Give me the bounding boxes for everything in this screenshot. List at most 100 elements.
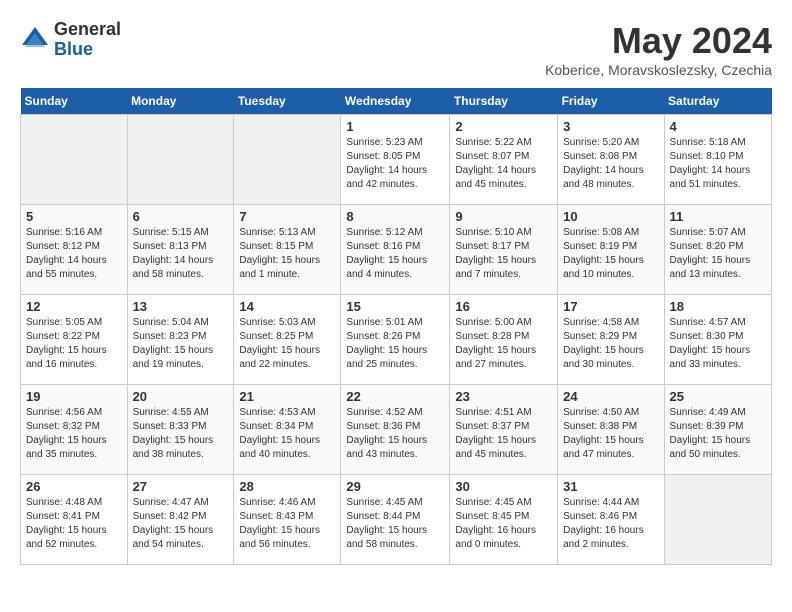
day-info: Sunrise: 4:52 AM Sunset: 8:36 PM Dayligh… — [346, 406, 444, 462]
weekday-header-thursday: Thursday — [450, 88, 558, 115]
day-info: Sunrise: 4:50 AM Sunset: 8:38 PM Dayligh… — [563, 406, 658, 462]
day-number: 12 — [26, 299, 122, 314]
day-info: Sunrise: 5:05 AM Sunset: 8:22 PM Dayligh… — [26, 316, 122, 372]
day-number: 16 — [455, 299, 552, 314]
calendar-cell: 13 Sunrise: 5:04 AM Sunset: 8:23 PM Dayli… — [127, 295, 234, 385]
day-info: Sunrise: 4:47 AM Sunset: 8:42 PM Dayligh… — [133, 496, 229, 552]
weekday-header-wednesday: Wednesday — [341, 88, 450, 115]
calendar-cell: 6 Sunrise: 5:15 AM Sunset: 8:13 PM Daylig… — [127, 205, 234, 295]
day-number: 14 — [239, 299, 335, 314]
day-number: 18 — [670, 299, 766, 314]
day-number: 21 — [239, 389, 335, 404]
day-info: Sunrise: 4:44 AM Sunset: 8:46 PM Dayligh… — [563, 496, 658, 552]
calendar-cell: 8 Sunrise: 5:12 AM Sunset: 8:16 PM Daylig… — [341, 205, 450, 295]
calendar-cell: 5 Sunrise: 5:16 AM Sunset: 8:12 PM Daylig… — [21, 205, 128, 295]
day-info: Sunrise: 5:18 AM Sunset: 8:10 PM Dayligh… — [670, 136, 766, 192]
day-number: 10 — [563, 209, 658, 224]
day-number: 8 — [346, 209, 444, 224]
calendar-cell: 17 Sunrise: 4:58 AM Sunset: 8:29 PM Dayli… — [558, 295, 664, 385]
day-number: 11 — [670, 209, 766, 224]
calendar-cell: 25Sunrise: 4:49 AM Sunset: 8:39 PM Dayli… — [664, 385, 771, 475]
day-number: 6 — [133, 209, 229, 224]
calendar-cell: 2 Sunrise: 5:22 AM Sunset: 8:07 PM Daylig… — [450, 115, 558, 205]
day-info: Sunrise: 5:20 AM Sunset: 8:08 PM Dayligh… — [563, 136, 658, 192]
logo-blue: Blue — [54, 40, 121, 60]
weekday-header-monday: Monday — [127, 88, 234, 115]
calendar-cell: 30Sunrise: 4:45 AM Sunset: 8:45 PM Dayli… — [450, 475, 558, 565]
calendar-cell: 24 Sunrise: 4:50 AM Sunset: 8:38 PM Dayli… — [558, 385, 664, 475]
calendar-cell: 20 Sunrise: 4:55 AM Sunset: 8:33 PM Dayli… — [127, 385, 234, 475]
day-number: 5 — [26, 209, 122, 224]
calendar-cell: 18 Sunrise: 4:57 AM Sunset: 8:30 PM Dayli… — [664, 295, 771, 385]
day-number: 29 — [346, 479, 444, 494]
day-info: Sunrise: 5:13 AM Sunset: 8:15 PM Dayligh… — [239, 226, 335, 282]
day-info: Sunrise: 4:58 AM Sunset: 8:29 PM Dayligh… — [563, 316, 658, 372]
day-number: 2 — [455, 119, 552, 134]
day-number: 31 — [563, 479, 658, 494]
day-info: Sunrise: 4:55 AM Sunset: 8:33 PM Dayligh… — [133, 406, 229, 462]
day-number: 1 — [346, 119, 444, 134]
day-info: Sunrise: 4:56 AM Sunset: 8:32 PM Dayligh… — [26, 406, 122, 462]
calendar-cell: 1Sunrise: 5:23 AM Sunset: 8:05 PM Daylig… — [341, 115, 450, 205]
calendar-cell: 27 Sunrise: 4:47 AM Sunset: 8:42 PM Dayli… — [127, 475, 234, 565]
calendar-cell: 23Sunrise: 4:51 AM Sunset: 8:37 PM Dayli… — [450, 385, 558, 475]
calendar-cell — [664, 475, 771, 565]
day-number: 28 — [239, 479, 335, 494]
day-number: 15 — [346, 299, 444, 314]
day-number: 13 — [133, 299, 229, 314]
day-number: 27 — [133, 479, 229, 494]
day-info: Sunrise: 5:12 AM Sunset: 8:16 PM Dayligh… — [346, 226, 444, 282]
day-info: Sunrise: 5:08 AM Sunset: 8:19 PM Dayligh… — [563, 226, 658, 282]
day-number: 17 — [563, 299, 658, 314]
calendar-cell — [127, 115, 234, 205]
day-info: Sunrise: 5:16 AM Sunset: 8:12 PM Dayligh… — [26, 226, 122, 282]
day-info: Sunrise: 5:10 AM Sunset: 8:17 PM Dayligh… — [455, 226, 552, 282]
calendar-cell: 4 Sunrise: 5:18 AM Sunset: 8:10 PM Daylig… — [664, 115, 771, 205]
location: Koberice, Moravskoslezsky, Czechia — [545, 62, 772, 78]
logo-general: General — [54, 20, 121, 40]
day-info: Sunrise: 5:15 AM Sunset: 8:13 PM Dayligh… — [133, 226, 229, 282]
calendar-cell: 26Sunrise: 4:48 AM Sunset: 8:41 PM Dayli… — [21, 475, 128, 565]
logo-text: General Blue — [54, 20, 121, 60]
day-number: 22 — [346, 389, 444, 404]
day-info: Sunrise: 5:07 AM Sunset: 8:20 PM Dayligh… — [670, 226, 766, 282]
calendar-cell: 11 Sunrise: 5:07 AM Sunset: 8:20 PM Dayli… — [664, 205, 771, 295]
day-number: 9 — [455, 209, 552, 224]
calendar-week-row: 19Sunrise: 4:56 AM Sunset: 8:32 PM Dayli… — [21, 385, 772, 475]
weekday-header-sunday: Sunday — [21, 88, 128, 115]
calendar-week-row: 26Sunrise: 4:48 AM Sunset: 8:41 PM Dayli… — [21, 475, 772, 565]
day-info: Sunrise: 5:01 AM Sunset: 8:26 PM Dayligh… — [346, 316, 444, 372]
day-info: Sunrise: 4:45 AM Sunset: 8:45 PM Dayligh… — [455, 496, 552, 552]
day-number: 20 — [133, 389, 229, 404]
day-info: Sunrise: 5:04 AM Sunset: 8:23 PM Dayligh… — [133, 316, 229, 372]
logo-icon — [20, 25, 50, 55]
calendar-cell: 22 Sunrise: 4:52 AM Sunset: 8:36 PM Dayli… — [341, 385, 450, 475]
title-area: May 2024 Koberice, Moravskoslezsky, Czec… — [545, 20, 772, 78]
calendar-cell: 29 Sunrise: 4:45 AM Sunset: 8:44 PM Dayli… — [341, 475, 450, 565]
calendar-cell: 16 Sunrise: 5:00 AM Sunset: 8:28 PM Dayli… — [450, 295, 558, 385]
day-info: Sunrise: 5:22 AM Sunset: 8:07 PM Dayligh… — [455, 136, 552, 192]
day-info: Sunrise: 4:57 AM Sunset: 8:30 PM Dayligh… — [670, 316, 766, 372]
day-info: Sunrise: 5:00 AM Sunset: 8:28 PM Dayligh… — [455, 316, 552, 372]
calendar-cell: 31 Sunrise: 4:44 AM Sunset: 8:46 PM Dayli… — [558, 475, 664, 565]
logo: General Blue — [20, 20, 121, 60]
calendar-cell: 15 Sunrise: 5:01 AM Sunset: 8:26 PM Dayli… — [341, 295, 450, 385]
day-number: 25 — [670, 389, 766, 404]
page-header: General Blue May 2024 Koberice, Moravsko… — [20, 20, 772, 78]
calendar-cell: 7Sunrise: 5:13 AM Sunset: 8:15 PM Daylig… — [234, 205, 341, 295]
day-info: Sunrise: 4:46 AM Sunset: 8:43 PM Dayligh… — [239, 496, 335, 552]
day-info: Sunrise: 4:45 AM Sunset: 8:44 PM Dayligh… — [346, 496, 444, 552]
calendar-week-row: 1Sunrise: 5:23 AM Sunset: 8:05 PM Daylig… — [21, 115, 772, 205]
day-info: Sunrise: 5:03 AM Sunset: 8:25 PM Dayligh… — [239, 316, 335, 372]
weekday-header-friday: Friday — [558, 88, 664, 115]
month-year: May 2024 — [545, 20, 772, 62]
calendar-cell: 19Sunrise: 4:56 AM Sunset: 8:32 PM Dayli… — [21, 385, 128, 475]
weekday-header-tuesday: Tuesday — [234, 88, 341, 115]
day-number: 4 — [670, 119, 766, 134]
calendar-week-row: 5 Sunrise: 5:16 AM Sunset: 8:12 PM Daylig… — [21, 205, 772, 295]
weekday-header-row: SundayMondayTuesdayWednesdayThursdayFrid… — [21, 88, 772, 115]
calendar-cell: 3Sunrise: 5:20 AM Sunset: 8:08 PM Daylig… — [558, 115, 664, 205]
weekday-header-saturday: Saturday — [664, 88, 771, 115]
day-number: 24 — [563, 389, 658, 404]
calendar-cell: 9 Sunrise: 5:10 AM Sunset: 8:17 PM Daylig… — [450, 205, 558, 295]
